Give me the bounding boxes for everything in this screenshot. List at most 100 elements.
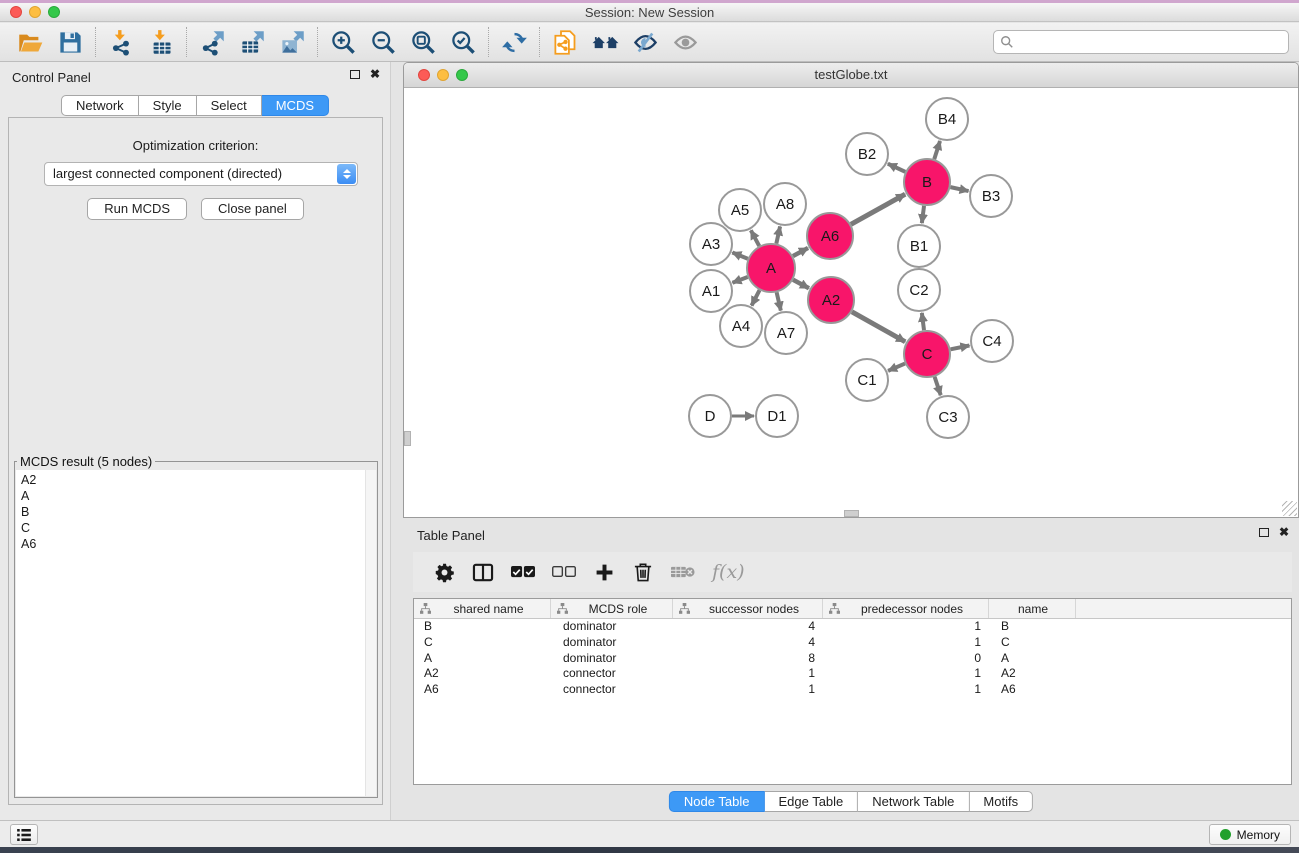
graph-edge-B-B4[interactable] bbox=[934, 141, 940, 159]
zoom-fit-icon bbox=[410, 29, 437, 56]
graph-node-label-A8: A8 bbox=[776, 196, 794, 213]
graph-node-label-A1: A1 bbox=[702, 283, 720, 300]
resize-grip[interactable] bbox=[1282, 501, 1297, 516]
status-bar: Memory bbox=[0, 820, 1299, 847]
tab-mcds[interactable]: MCDS bbox=[262, 95, 329, 116]
graph-edge-C-C2[interactable] bbox=[922, 313, 924, 330]
tab-network-table[interactable]: Network Table bbox=[858, 791, 969, 812]
graph-edge-C-C3[interactable] bbox=[935, 377, 941, 395]
optimization-criterion-select[interactable]: largest connected component (directed) bbox=[44, 162, 358, 186]
network-canvas[interactable]: B4B2BB3A8A5A6A3B1AA1C2A2A4A7C4CC1C3DD1 bbox=[404, 88, 1298, 517]
zoom-fit-button[interactable] bbox=[403, 25, 443, 59]
table-row[interactable]: Cdominator41C bbox=[414, 635, 1291, 651]
memory-button[interactable]: Memory bbox=[1209, 824, 1291, 845]
column-header-shared-name[interactable]: shared name bbox=[414, 599, 551, 618]
column-header-successor-nodes[interactable]: successor nodes bbox=[673, 599, 823, 618]
deselect-all-button[interactable] bbox=[552, 560, 576, 584]
graph-edge-C-C1[interactable] bbox=[888, 364, 905, 371]
mcds-result-item[interactable]: C bbox=[21, 520, 376, 536]
column-header-mcds-role[interactable]: MCDS role bbox=[551, 599, 673, 618]
zoom-out-button[interactable] bbox=[363, 25, 403, 59]
float-panel-icon[interactable] bbox=[350, 70, 360, 79]
select-all-button[interactable] bbox=[511, 560, 535, 584]
table-row[interactable]: A6connector11A6 bbox=[414, 682, 1291, 698]
close-panel-icon[interactable]: ✖ bbox=[1279, 527, 1289, 537]
network-window-titlebar[interactable]: testGlobe.txt bbox=[404, 63, 1298, 88]
graph-edge-A-A3[interactable] bbox=[732, 253, 747, 259]
show-hide-graphics-button[interactable] bbox=[625, 25, 665, 59]
tab-motifs[interactable]: Motifs bbox=[969, 791, 1033, 812]
vertical-scrollbar-thumb[interactable] bbox=[404, 431, 411, 446]
graph-edge-A-A8[interactable] bbox=[776, 226, 780, 243]
tab-node-table[interactable]: Node Table bbox=[669, 791, 765, 812]
column-header-name[interactable]: name bbox=[989, 599, 1076, 618]
eye-button[interactable] bbox=[665, 25, 705, 59]
plus-icon bbox=[595, 563, 614, 582]
graph-edge-A-A6[interactable] bbox=[793, 248, 808, 256]
mcds-result-list[interactable]: A2 A B C A6 bbox=[16, 470, 376, 796]
export-image-button[interactable] bbox=[272, 25, 312, 59]
delete-table-button[interactable] bbox=[671, 560, 695, 584]
result-scrollbar[interactable] bbox=[365, 470, 376, 796]
add-column-button[interactable] bbox=[593, 560, 615, 584]
graph-edge-B-B3[interactable] bbox=[950, 187, 968, 191]
graph-edge-A-A7[interactable] bbox=[777, 292, 781, 310]
export-network-icon bbox=[199, 29, 226, 56]
network-file-icon bbox=[552, 29, 579, 56]
mcds-result-item[interactable]: A2 bbox=[21, 472, 376, 488]
export-table-button[interactable] bbox=[232, 25, 272, 59]
toolbar-search[interactable] bbox=[993, 30, 1289, 54]
save-session-button[interactable] bbox=[50, 25, 90, 59]
graph-edge-C-C4[interactable] bbox=[951, 346, 970, 350]
graph-edge-A-A2[interactable] bbox=[793, 280, 809, 288]
table-panel: Table Panel ✖ bbox=[403, 520, 1299, 820]
graph-edge-A2-C[interactable] bbox=[852, 312, 905, 342]
floppy-disk-icon bbox=[57, 29, 84, 56]
mcds-result-item[interactable]: B bbox=[21, 504, 376, 520]
float-panel-icon[interactable] bbox=[1259, 528, 1269, 537]
home-button[interactable] bbox=[585, 25, 625, 59]
mcds-result-item[interactable]: A bbox=[21, 488, 376, 504]
function-builder-button[interactable]: f(x) bbox=[712, 560, 745, 584]
network-from-file-button[interactable] bbox=[545, 25, 585, 59]
refresh-button[interactable] bbox=[494, 25, 534, 59]
graph-edge-B-B2[interactable] bbox=[888, 164, 905, 172]
graph-edge-A-A1[interactable] bbox=[732, 277, 747, 283]
close-panel-icon[interactable]: ✖ bbox=[370, 69, 380, 79]
tab-style[interactable]: Style bbox=[139, 95, 197, 116]
import-table-button[interactable] bbox=[141, 25, 181, 59]
graph-edge-A-A5[interactable] bbox=[751, 230, 759, 246]
table-row[interactable]: A2connector11A2 bbox=[414, 666, 1291, 682]
table-row[interactable]: Adominator80A bbox=[414, 651, 1291, 667]
table-settings-button[interactable] bbox=[433, 560, 455, 584]
mcds-result-item[interactable]: A6 bbox=[21, 536, 376, 552]
graph-node-label-A3: A3 bbox=[702, 236, 720, 253]
zoom-in-button[interactable] bbox=[323, 25, 363, 59]
zoom-selected-button[interactable] bbox=[443, 25, 483, 59]
graph-node-label-A5: A5 bbox=[731, 202, 749, 219]
run-mcds-button[interactable]: Run MCDS bbox=[87, 198, 187, 220]
open-session-button[interactable] bbox=[10, 25, 50, 59]
delete-table-icon bbox=[671, 565, 695, 579]
graph-edge-B-B1[interactable] bbox=[922, 206, 924, 223]
network-graph: B4B2BB3A8A5A6A3B1AA1C2A2A4A7C4CC1C3DD1 bbox=[404, 88, 1298, 516]
tab-select[interactable]: Select bbox=[197, 95, 262, 116]
graph-edge-A-A4[interactable] bbox=[752, 290, 760, 305]
tab-edge-table[interactable]: Edge Table bbox=[764, 791, 858, 812]
table-row[interactable]: Bdominator41B bbox=[414, 619, 1291, 635]
search-input[interactable] bbox=[1019, 35, 1282, 50]
tab-network[interactable]: Network bbox=[61, 95, 139, 116]
horizontal-scrollbar-thumb[interactable] bbox=[844, 510, 859, 517]
search-icon bbox=[1000, 35, 1014, 49]
export-network-button[interactable] bbox=[192, 25, 232, 59]
import-network-button[interactable] bbox=[101, 25, 141, 59]
column-header-predecessor-nodes[interactable]: predecessor nodes bbox=[823, 599, 989, 618]
graph-node-label-C2: C2 bbox=[909, 282, 928, 299]
split-panel-button[interactable] bbox=[472, 560, 494, 584]
trash-icon bbox=[634, 562, 652, 582]
close-panel-button[interactable]: Close panel bbox=[201, 198, 304, 220]
toolbar-separator bbox=[539, 27, 540, 57]
graph-edge-A6-B[interactable] bbox=[851, 194, 905, 224]
delete-columns-button[interactable] bbox=[632, 560, 654, 584]
task-history-button[interactable] bbox=[10, 824, 38, 845]
